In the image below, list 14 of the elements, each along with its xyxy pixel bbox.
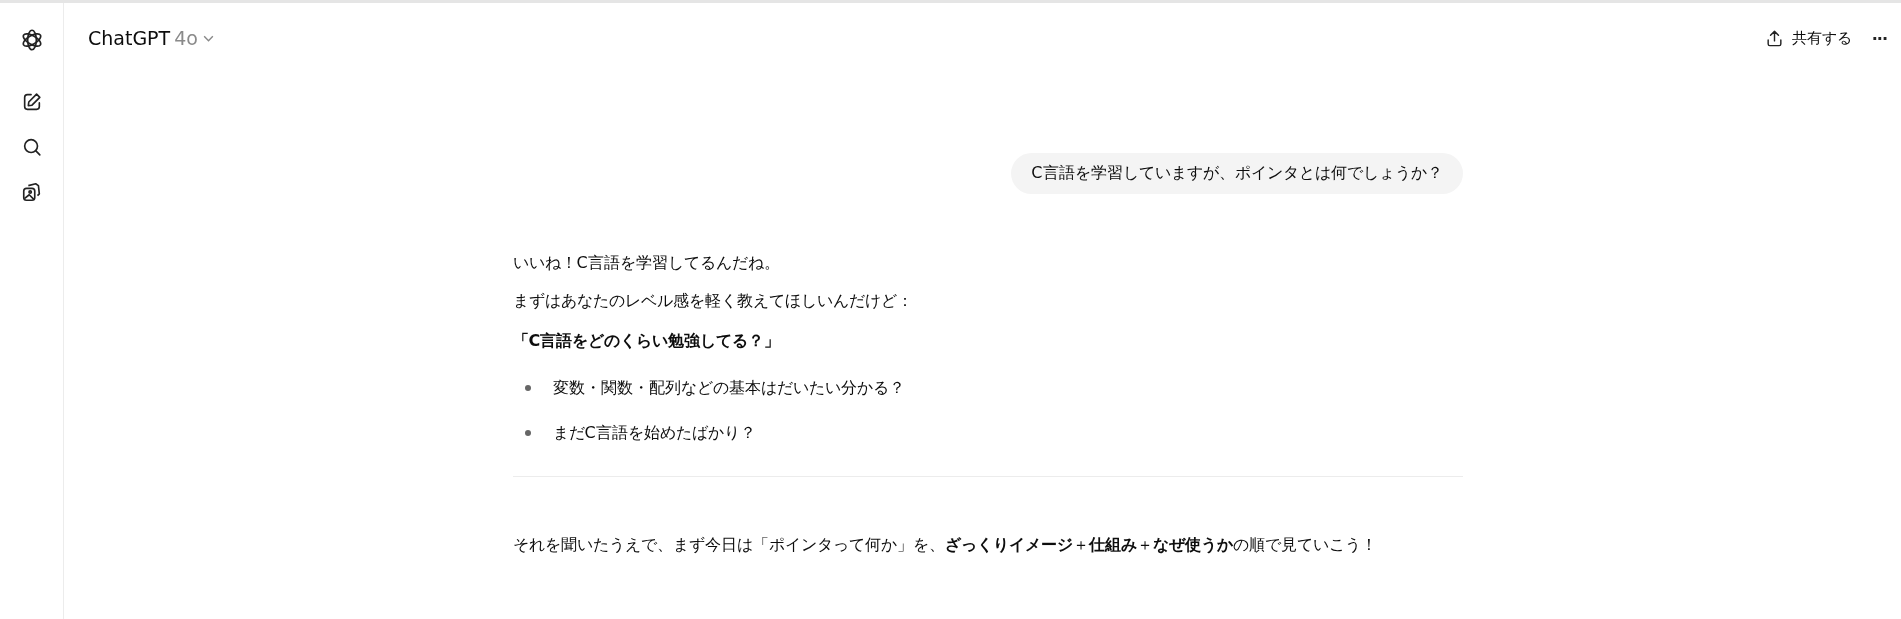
share-button[interactable]: 共有する bbox=[1764, 28, 1852, 48]
user-message: C言語を学習していますが、ポインタとは何でしょうか？ bbox=[1011, 153, 1463, 194]
reply-text: それを聞いたうえで、まず今日は「ポインタって何か」を、ざっくりイメージ＋仕組み＋なぜ使うかの順で見ていこう！ bbox=[512, 534, 1378, 556]
reply-text: まずはあなたのレベル感を軽く教えてほしいんだけど： bbox=[512, 290, 914, 312]
bullet-icon bbox=[524, 430, 531, 436]
bullet-item: まだC言語を始めたばかり？ bbox=[552, 422, 756, 444]
reply-text: いいね！C言語を学習してるんだね。 bbox=[512, 252, 781, 274]
bullet-item: 変数・関数・配列などの基本はだいたい分かる？ bbox=[552, 377, 905, 399]
bullet-icon bbox=[524, 385, 531, 391]
image-library-icon[interactable] bbox=[20, 181, 43, 203]
model-selector[interactable]: ChatGPT 4o bbox=[88, 27, 215, 49]
question-text: 「C言語をどのくらい勉強してる？」 bbox=[512, 330, 782, 352]
upload-icon bbox=[1764, 28, 1784, 48]
more-button[interactable]: ··· bbox=[1871, 28, 1887, 48]
